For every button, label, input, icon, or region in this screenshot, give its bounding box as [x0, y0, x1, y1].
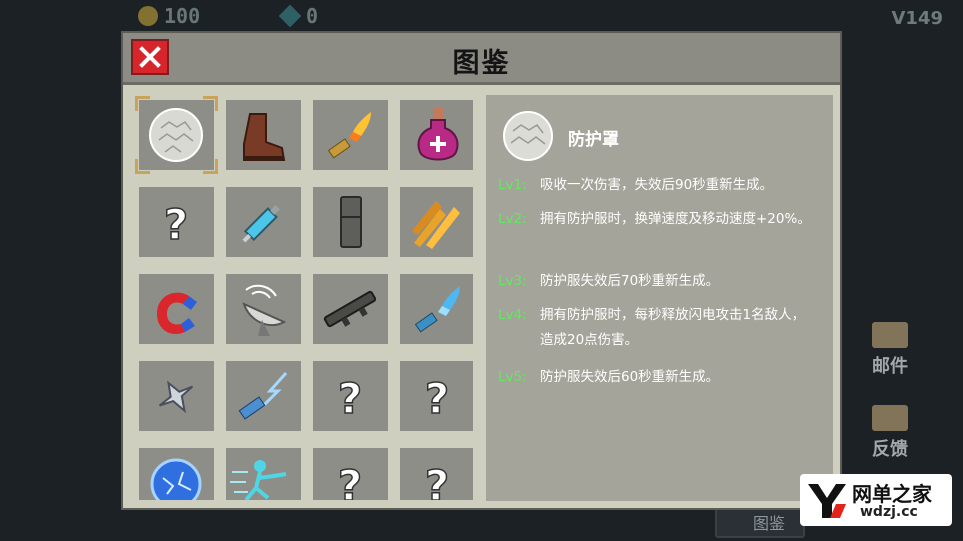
codex-button[interactable]: 图鉴 — [715, 508, 805, 538]
site-logo-icon — [808, 484, 846, 518]
grid-item-fire-bullet[interactable] — [313, 100, 388, 170]
svg-text:?: ? — [338, 461, 362, 500]
lightning-bullet-icon — [238, 372, 288, 420]
grid-item-unknown[interactable]: ? — [400, 448, 473, 500]
energy-orb-icon — [150, 458, 202, 500]
grid-item-potion[interactable] — [400, 100, 473, 170]
mail-icon — [872, 322, 908, 348]
grid-item-unknown[interactable]: ? — [313, 361, 388, 431]
modal-header: 图鉴 — [123, 33, 840, 85]
coin-count: 100 — [164, 4, 201, 28]
watermark-title: 网单之家 — [852, 482, 932, 506]
mail-label: 邮件 — [872, 356, 908, 377]
svg-text:?: ? — [338, 374, 362, 423]
level-desc-4: Lv4: 拥有防护服时，每秒释放闪电攻击1名敌人，造成20点伤害。 — [498, 303, 818, 353]
level-text: 吸收一次伤害，失效后90秒重新生成。 — [540, 177, 774, 193]
fire-bullet-icon — [327, 112, 371, 159]
site-watermark: 网单之家 wdzj.cc — [800, 474, 952, 526]
selection-corner — [203, 96, 218, 111]
gem-icon — [278, 4, 302, 28]
dash-runner-icon — [230, 460, 287, 500]
level-tag: Lv3: — [498, 273, 527, 289]
grid-item-ice-bullet[interactable] — [400, 274, 473, 344]
gem-count: 0 — [306, 4, 319, 28]
version-label: V149 — [891, 8, 943, 29]
feedback-icon — [872, 405, 908, 431]
shield-bubble-icon — [503, 111, 553, 161]
selection-corner — [135, 96, 150, 111]
level-tag: Lv4: — [498, 307, 527, 323]
level-tag: Lv2: — [498, 211, 527, 227]
level-text: 拥有防护服时，换弹速度及移动速度+20%。 — [540, 211, 811, 227]
mail-button[interactable]: 邮件 — [855, 322, 925, 378]
grid-item-unknown[interactable]: ? — [400, 361, 473, 431]
level-text: 防护服失效后60秒重新生成。 — [540, 369, 720, 385]
codex-modal: 图鉴 ? ? ? ? ? 防护罩 Lv1: 吸收一次伤害，失效后90秒重新生成。… — [121, 31, 842, 510]
feedback-label: 反馈 — [872, 439, 908, 460]
feedback-button[interactable]: 反馈 — [855, 405, 925, 461]
grid-item-magnet[interactable] — [139, 274, 214, 344]
grid-item-syringe[interactable] — [226, 187, 301, 257]
level-tag: Lv1: — [498, 177, 527, 193]
level-desc-1: Lv1: 吸收一次伤害，失效后90秒重新生成。 — [498, 173, 818, 198]
grid-item-radar[interactable] — [226, 274, 301, 344]
svg-text:?: ? — [164, 200, 188, 249]
selection-corner — [135, 159, 150, 174]
modal-title: 图鉴 — [452, 48, 511, 79]
health-potion-icon — [417, 108, 459, 161]
level-desc-2: Lv2: 拥有防护服时，换弹速度及移动速度+20%。 — [498, 207, 818, 232]
grid-item-shuriken[interactable] — [139, 361, 214, 431]
level-tag: Lv5: — [498, 369, 527, 385]
ammo-magazine-icon — [340, 196, 362, 248]
coin-icon — [138, 6, 158, 26]
rifle-scope-icon — [323, 290, 377, 328]
grid-item-dash[interactable] — [226, 448, 301, 500]
magnet-icon — [157, 292, 197, 334]
item-name: 防护罩 — [568, 130, 619, 150]
item-grid: ? ? ? ? ? — [133, 95, 473, 500]
grid-item-fire-arrows[interactable] — [400, 187, 473, 257]
unknown-item-icon: ? — [337, 373, 363, 424]
svg-text:?: ? — [425, 461, 449, 500]
unknown-item-icon: ? — [424, 460, 450, 500]
fire-arrows-icon — [412, 201, 460, 249]
unknown-item-icon: ? — [337, 460, 363, 500]
watermark-url: wdzj.cc — [860, 504, 918, 520]
shuriken-icon — [158, 380, 194, 414]
svg-text:?: ? — [425, 374, 449, 423]
grid-item-lightning-bullet[interactable] — [226, 361, 301, 431]
unknown-item-icon: ? — [163, 199, 189, 250]
grid-item-unknown[interactable]: ? — [313, 448, 388, 500]
level-text: 拥有防护服时，每秒释放闪电攻击1名敌人，造成20点伤害。 — [540, 307, 806, 348]
grid-item-magazine[interactable] — [313, 187, 388, 257]
boots-icon — [243, 113, 286, 161]
grid-item-scope[interactable] — [313, 274, 388, 344]
grid-item-energy-orb[interactable] — [139, 448, 214, 500]
level-desc-5: Lv5: 防护服失效后60秒重新生成。 — [498, 365, 818, 390]
level-desc-3: Lv3: 防护服失效后70秒重新生成。 — [498, 269, 818, 294]
grid-item-boots[interactable] — [226, 100, 301, 170]
selection-corner — [203, 159, 218, 174]
level-text: 防护服失效后70秒重新生成。 — [540, 273, 720, 289]
ice-bullet-icon — [414, 286, 460, 333]
item-detail-panel: 防护罩 Lv1: 吸收一次伤害，失效后90秒重新生成。 Lv2: 拥有防护服时，换弹… — [486, 95, 833, 501]
grid-item-unknown[interactable]: ? — [139, 187, 214, 257]
grid-item-shield[interactable] — [135, 96, 218, 174]
radar-dish-icon — [242, 284, 287, 336]
unknown-item-icon: ? — [424, 373, 450, 424]
syringe-icon — [242, 205, 280, 243]
